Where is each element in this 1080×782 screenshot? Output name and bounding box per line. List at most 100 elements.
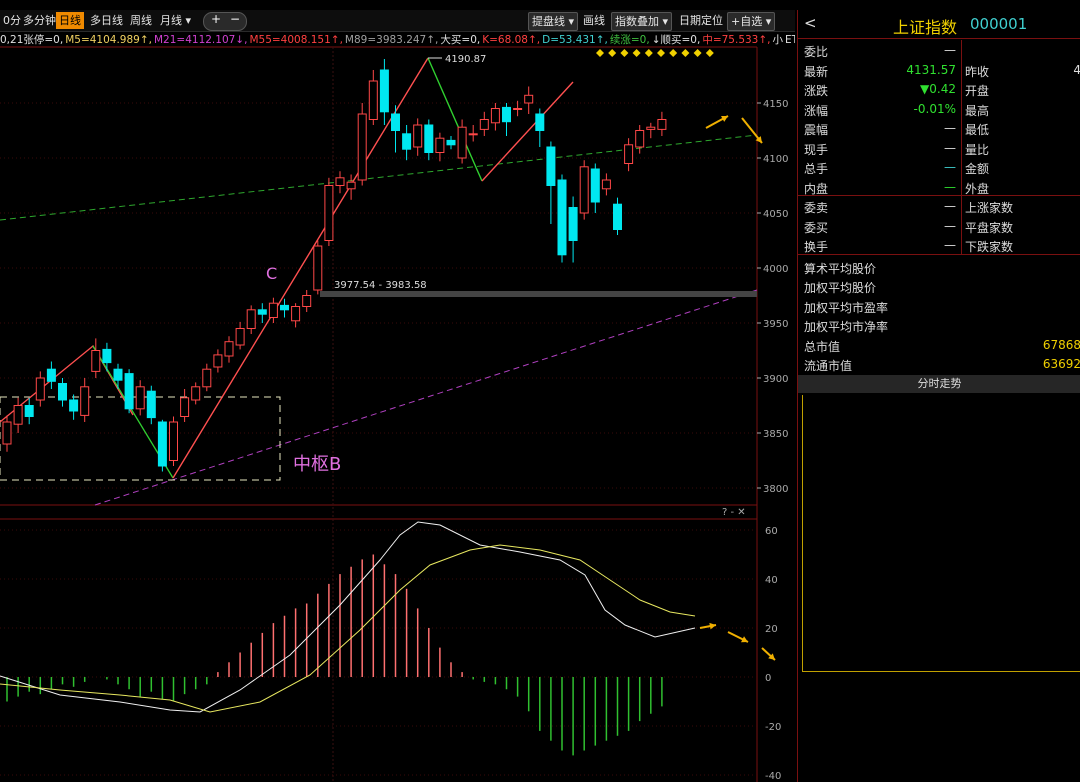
quote-row: 震幅 — 最低: [798, 118, 1080, 138]
candle-body: [169, 421, 178, 461]
candle-body: [324, 185, 334, 241]
quote-label: 最高: [965, 103, 990, 118]
bi-line: [172, 57, 429, 479]
toolbar-item-1[interactable]: 多分钟: [20, 12, 59, 29]
candle-body: [657, 119, 667, 130]
candle-body: [357, 113, 367, 181]
toolbar-item-8[interactable]: 指数叠加 ▾: [611, 12, 673, 31]
quote-value: —: [944, 140, 956, 155]
toolbar-item-7[interactable]: 画线: [580, 12, 608, 29]
indicator-3: M55=4008.151↑,: [249, 34, 343, 46]
candle-body: [391, 113, 400, 131]
quote-label: 平盘家数: [965, 220, 1014, 235]
quote-label: 外盘: [965, 181, 990, 196]
candle-body: [646, 126, 656, 130]
indicator-7: D=53.431↑,: [542, 34, 608, 46]
zoom-out-button[interactable]: −: [230, 12, 240, 26]
candle-body: [202, 368, 212, 388]
candle-body: [213, 354, 223, 368]
candle-body: [224, 341, 234, 357]
intraday-tab[interactable]: 分时走势: [798, 375, 1080, 393]
sub-chart-controls[interactable]: ? - ✕: [722, 507, 746, 518]
quote-label: 震幅: [804, 123, 829, 137]
quote-label: 最低: [965, 123, 990, 137]
quote-value: ▼0.42: [920, 82, 956, 96]
candle-body: [635, 130, 645, 148]
bi-line: [427, 57, 483, 182]
toolbar-item-10[interactable]: +自选 ▾: [727, 12, 776, 31]
label-c: C: [266, 264, 277, 283]
chart-toolbar: 0分 多分钟 日线 多日线 周线 月线 ▾ 提盘线 ▾ 画线 指数叠加 ▾ 日期定位 +自选 ▾ + −: [0, 10, 795, 32]
quote-value: -0.01%: [913, 101, 956, 116]
signal-diamond: [705, 49, 714, 57]
quote-value: —: [944, 218, 956, 233]
divider: [961, 40, 962, 255]
quote-label: 涨跌: [804, 84, 829, 98]
quote-value: —: [944, 199, 956, 213]
candle-body: [557, 179, 567, 256]
back-arrow-icon[interactable]: <: [804, 14, 817, 32]
high-label: 4190.87: [445, 54, 486, 65]
candle-body: [446, 139, 456, 146]
quote-label: 涨幅: [804, 103, 829, 118]
market-stat-row: 加权平均市净率: [798, 315, 1080, 335]
candle-body: [546, 146, 556, 186]
candle-body: [368, 80, 378, 120]
candle-body: [579, 166, 589, 214]
signal-diamond: [657, 49, 665, 57]
macd-tick-label: 20: [765, 624, 778, 635]
toolbar-item-2[interactable]: 日线: [56, 12, 84, 29]
candle-body: [468, 133, 478, 136]
quote-label: 量比: [965, 142, 990, 157]
range-label: 3977.54 - 3983.58: [334, 280, 427, 291]
candle-body: [313, 245, 323, 291]
candle-body: [280, 304, 289, 311]
quote-row: 涨跌 ▼0.42 开盘: [798, 79, 1080, 99]
candle-body: [35, 377, 45, 401]
indicator-10: 中=75.533↑,: [702, 34, 771, 46]
toolbar-item-5[interactable]: 月线 ▾: [157, 12, 194, 29]
candle-body: [524, 94, 534, 104]
candle-body: [601, 179, 611, 190]
trend-line-upper: [0, 134, 758, 221]
toolbar-item-4[interactable]: 周线: [127, 12, 155, 29]
quote-value: —: [944, 121, 956, 135]
candle-body: [346, 181, 356, 190]
intraday-chart[interactable]: [802, 395, 1080, 672]
candle-body: [91, 350, 101, 372]
macd-tick-label: -20: [765, 722, 781, 733]
indicator-6: K=68.08↑,: [482, 34, 541, 46]
stat-label: 加权平均市净率: [804, 320, 889, 334]
toolbar-item-6[interactable]: 提盘线 ▾: [528, 12, 579, 31]
candle-body: [2, 421, 12, 445]
candle-body: [69, 399, 79, 412]
market-stat-row: 加权平均市盈率: [798, 296, 1080, 316]
toolbar-item-9[interactable]: 日期定位: [676, 12, 726, 29]
signal-diamond: [681, 49, 690, 57]
quote-panel: < 上证指数 000001 委比 — 最新 4131.57 昨收 4 涨跌 ▼0.42 开盘 涨幅…: [797, 10, 1080, 782]
stat-label: 加权平均市盈率: [804, 300, 889, 315]
zoom-in-button[interactable]: +: [211, 12, 221, 26]
candle-body: [335, 177, 345, 187]
zoom-controls[interactable]: + −: [203, 12, 247, 31]
kline-chart[interactable]: 4150 4100 4050 4000 3950 3900 3850 3800 60 40 20 0 -…: [0, 0, 797, 782]
quote-row: 现手 — 量比: [798, 138, 1080, 158]
price-tick-label: 3850: [763, 429, 788, 440]
quote-value: —: [944, 238, 956, 252]
candle-body: [613, 203, 622, 230]
quote-label: 内盘: [804, 181, 829, 196]
indicator-11: 小: [772, 34, 784, 46]
signal-diamond: [693, 49, 702, 57]
candle-body: [590, 168, 600, 203]
stat-value: 67868: [1042, 337, 1080, 352]
quote-label: 现手: [804, 142, 829, 157]
signal-diamond: [620, 49, 629, 57]
index-name: 上证指数: [893, 18, 958, 37]
quote-label: 开盘: [965, 84, 990, 98]
toolbar-item-3[interactable]: 多日线: [87, 12, 126, 29]
candle-body: [379, 69, 389, 113]
divider: [798, 195, 1080, 196]
candle-body: [457, 126, 467, 159]
candle-body: [568, 207, 578, 241]
quote-value: 4: [1073, 62, 1080, 77]
